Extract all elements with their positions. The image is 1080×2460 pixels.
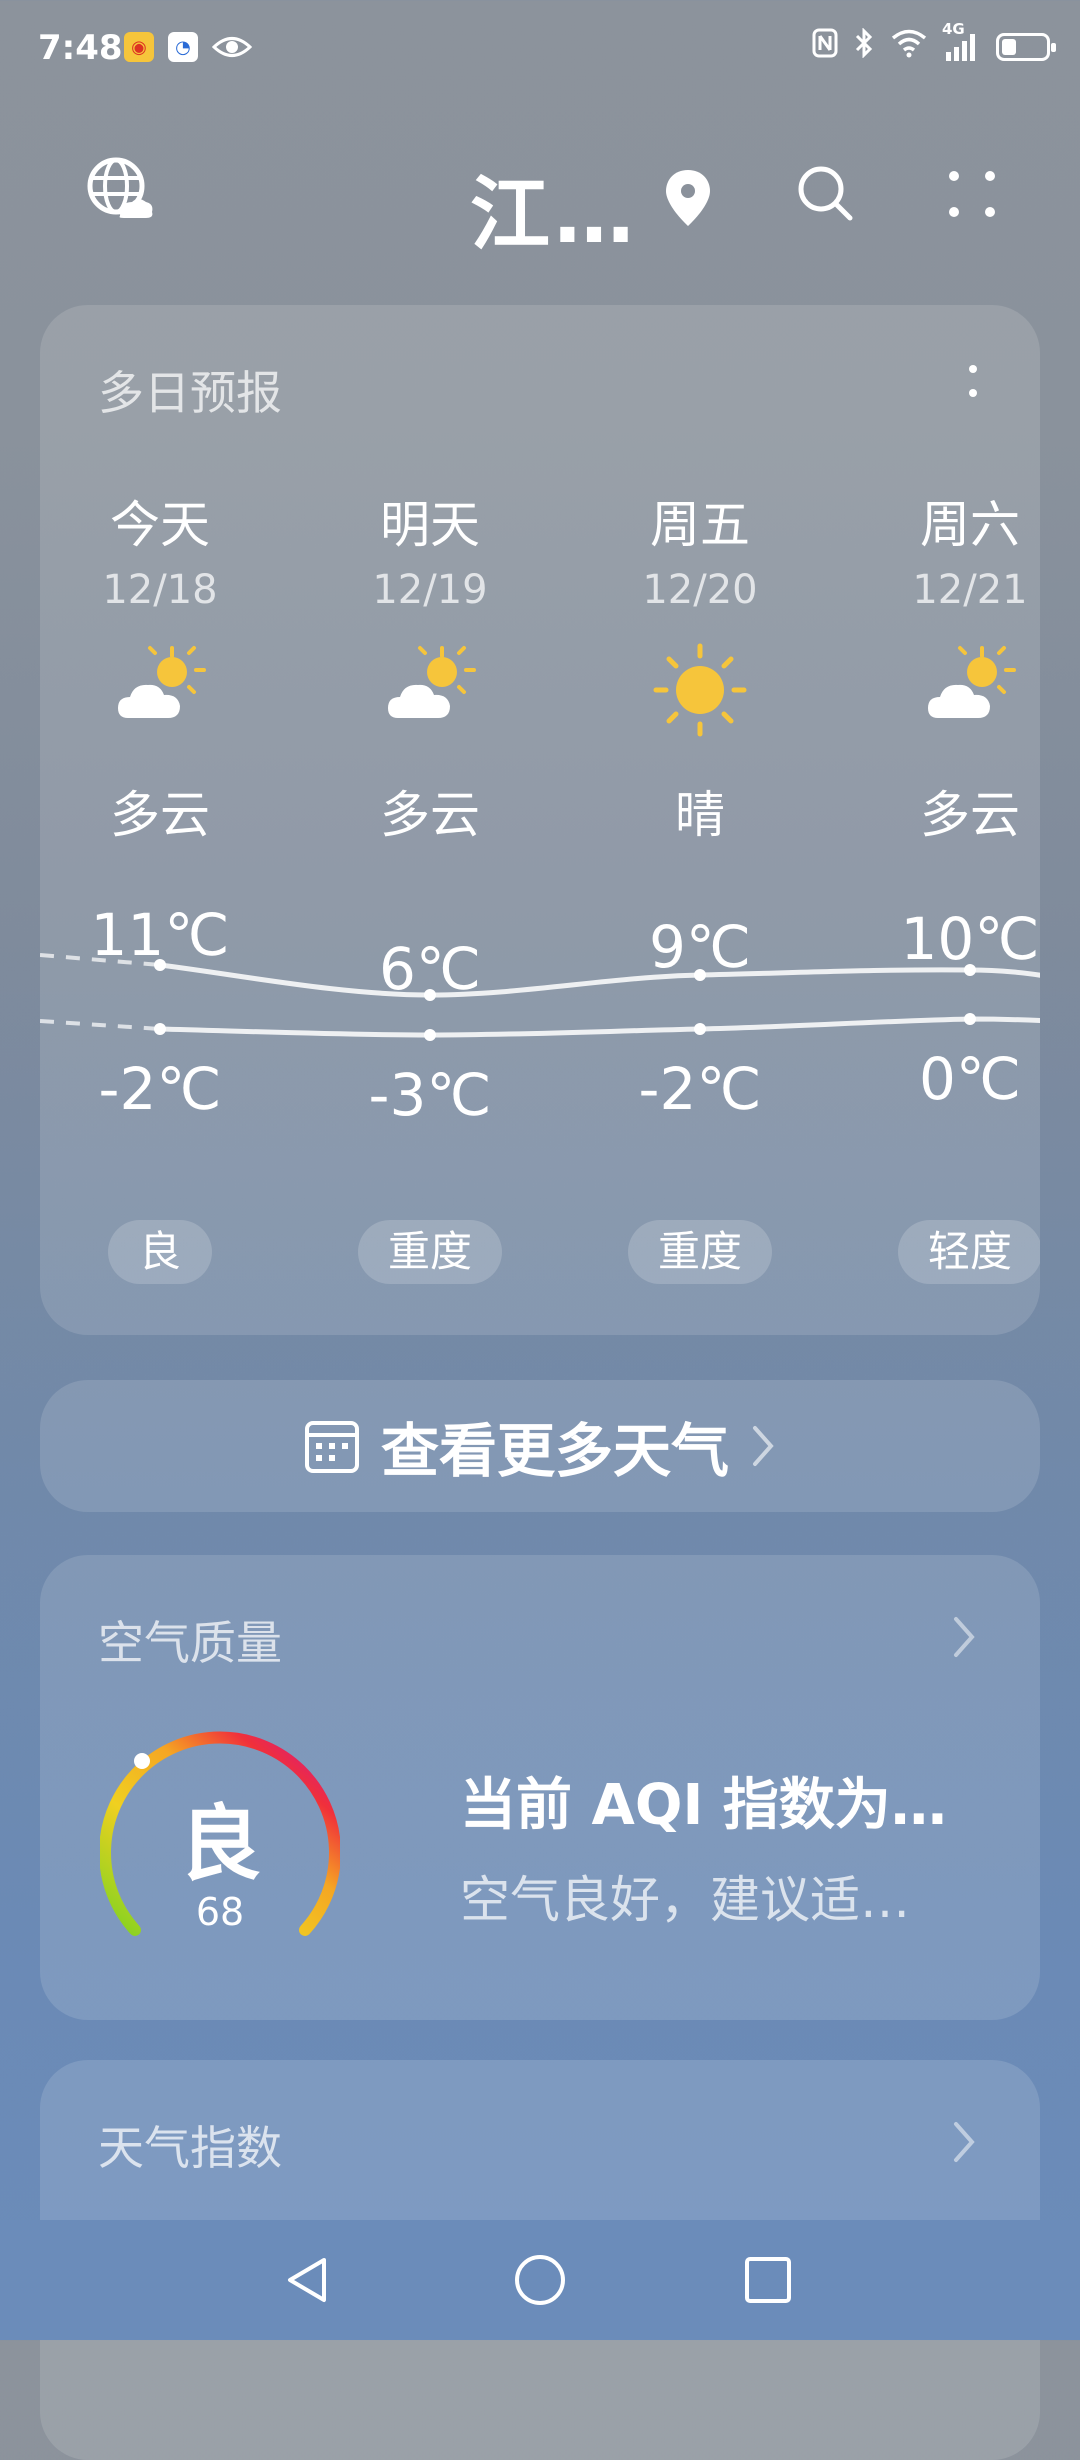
low-temp: -3℃ [368,1061,492,1129]
nav-back-button[interactable] [268,2240,348,2320]
more-weather-row: 查看更多天气 [40,1380,1040,1512]
low-temp: -2℃ [98,1055,222,1123]
chevron-right-icon [753,1426,774,1466]
partly-cloudy-icon [388,646,476,718]
search-icon [798,166,853,221]
forecast-card: 多日预报 今天 12/18 多云 11℃ -2℃ 良 明天 12/19 多云 6… [40,305,1040,1335]
aqi-value: 68 [195,1890,245,1934]
location-button[interactable] [648,158,728,238]
weather-index-title: 天气指数 [98,2121,282,2175]
aqi-advice: 空气良好，建议适… [460,1871,910,1929]
high-temp: 10℃ [900,905,1040,973]
chevron-right-icon [954,1617,975,1657]
network-type-label: 4G [942,19,965,38]
day-date: 12/19 [372,567,488,613]
city-title[interactable]: 江… [470,150,638,266]
day-date: 12/21 [912,567,1028,613]
aqi-headline: 当前 AQI 指数为… [460,1773,947,1838]
partly-cloudy-icon [118,646,206,718]
day-name: 周六 [920,496,1020,554]
aqi-badge: 重度 [358,1220,502,1284]
day-name: 今天 [110,496,210,554]
status-bar: 7:48 ◉ ◔ 4G [0,0,1080,100]
app-header: 江… [0,140,1080,261]
more-weather-button[interactable]: 查看更多天气 [40,1380,1040,1512]
bluetooth-icon [854,27,874,65]
system-nav-bar [0,2220,1080,2340]
sunny-icon [653,643,747,737]
day-name: 周五 [650,496,750,554]
day-date: 12/18 [102,567,218,613]
nfc-icon [812,28,838,65]
city-manage-button[interactable] [80,150,160,230]
globe-cloud-icon [87,157,153,218]
high-temp: 11℃ [90,901,230,969]
eye-icon [211,32,253,66]
signal-icon: 4G [942,20,980,62]
more-weather-label: 查看更多天气 [380,1417,729,1485]
battery-icon [996,32,1056,61]
weibo-icon: ◉ [124,32,154,62]
calendar-icon [304,1421,359,1473]
chevron-right-icon [954,2122,975,2162]
aqi-badge: 良 [108,1220,212,1284]
day-condition: 多云 [380,786,480,844]
notification-icons: ◉ ◔ [124,32,253,66]
search-button[interactable] [786,154,866,234]
app-notification-icon: ◔ [168,32,198,62]
more-dots-icon [949,171,995,217]
low-temp-curve [159,1016,1040,1038]
day-condition: 晴 [675,786,725,844]
day-name: 明天 [380,496,480,554]
location-pin-icon [666,170,710,226]
day-condition: 多云 [110,786,210,844]
partly-cloudy-icon [928,646,1016,718]
aqi-badge: 重度 [628,1220,772,1284]
day-date: 12/20 [642,567,758,613]
air-quality-card[interactable]: 空气质量 良 68 当前 AQI 指数为… 空气良好，建议适… [40,1555,1040,2020]
aqi-level: 良 [178,1797,261,1892]
low-point [154,1023,166,1035]
aqi-badge: 轻度 [898,1220,1040,1284]
gauge-indicator [134,1753,150,1769]
low-temp: 0℃ [918,1045,1022,1113]
back-triangle-icon [288,2258,326,2302]
home-circle-icon [515,2255,565,2305]
nav-home-button[interactable] [500,2240,580,2320]
menu-button[interactable] [932,154,1012,234]
nav-recents-button[interactable] [728,2240,808,2320]
air-quality-title: 空气质量 [98,1616,282,1670]
low-temp: -2℃ [638,1055,762,1123]
high-temp: 9℃ [648,913,752,981]
system-icons: 4G [812,20,1056,65]
low-curve-lead [40,1019,161,1031]
wifi-icon [890,28,928,65]
low-point [964,1013,976,1025]
low-point [694,1023,706,1035]
day-condition: 多云 [920,786,1020,844]
status-time: 7:48 [38,28,123,68]
low-point [424,1029,436,1041]
recents-square-icon [745,2257,791,2303]
high-temp: 6℃ [378,935,482,1003]
